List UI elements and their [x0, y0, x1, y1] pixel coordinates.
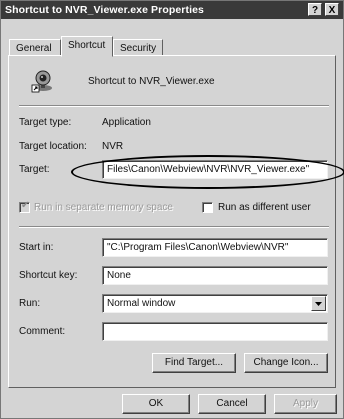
camera-shortcut-icon — [31, 70, 52, 93]
chevron-down-icon — [315, 302, 322, 306]
divider — [19, 226, 329, 228]
shortcut-key-input[interactable]: None — [102, 266, 328, 285]
run-select[interactable]: Normal window — [102, 294, 328, 313]
cancel-button[interactable]: Cancel — [198, 394, 266, 414]
close-icon: X — [328, 5, 336, 16]
ok-button[interactable]: OK — [122, 394, 190, 414]
checkmark-icon: ✔ — [21, 200, 30, 211]
run-select-value: Normal window — [107, 298, 176, 309]
help-icon: ? — [311, 5, 319, 16]
title-bar[interactable]: Shortcut to NVR_Viewer.exe Properties ? … — [1, 1, 343, 19]
target-location-value: NVR — [102, 141, 124, 152]
window-title: Shortcut to NVR_Viewer.exe Properties — [5, 4, 204, 16]
properties-dialog: Shortcut to NVR_Viewer.exe Properties ? … — [0, 0, 344, 419]
dropdown-button[interactable] — [311, 296, 326, 311]
run-label: Run: — [19, 298, 41, 309]
target-type-label: Target type: — [19, 117, 72, 128]
run-separate-memory-label: Run in separate memory space — [34, 202, 173, 213]
run-separate-memory-checkbox[interactable]: ✔ — [19, 200, 30, 213]
comment-input[interactable] — [102, 322, 328, 341]
shortcut-name: Shortcut to NVR_Viewer.exe — [88, 76, 215, 87]
help-button[interactable]: ? — [308, 3, 322, 16]
run-as-different-user-checkbox[interactable] — [202, 202, 213, 213]
change-icon-button[interactable]: Change Icon... — [244, 353, 328, 373]
target-type-value: Application — [102, 117, 151, 128]
close-button[interactable]: X — [325, 3, 339, 16]
apply-button[interactable]: Apply — [274, 394, 337, 414]
divider — [19, 105, 329, 107]
target-location-label: Target location: — [19, 141, 87, 152]
comment-label: Comment: — [19, 326, 66, 337]
start-in-label: Start in: — [19, 242, 54, 253]
run-as-different-user-label: Run as different user — [218, 202, 311, 213]
target-label: Target: — [19, 164, 50, 175]
shortcut-key-label: Shortcut key: — [19, 270, 78, 281]
tab-shortcut[interactable]: Shortcut — [61, 36, 113, 57]
start-in-input[interactable]: "C:\Program Files\Canon\Webview\NVR" — [102, 238, 328, 257]
highlight-ellipse — [71, 155, 344, 189]
find-target-button[interactable]: Find Target... — [152, 353, 236, 373]
